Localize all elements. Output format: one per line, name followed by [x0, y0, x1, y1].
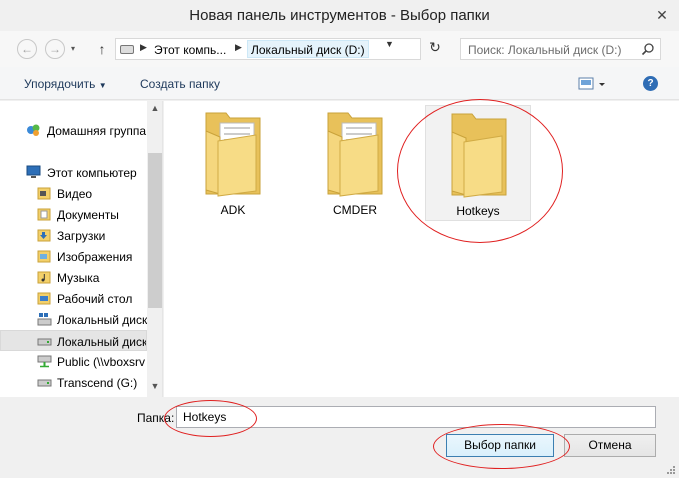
select-folder-button[interactable]: Выбор папки [446, 434, 554, 457]
video-folder-icon [37, 187, 51, 200]
computer-icon [26, 165, 41, 178]
close-icon[interactable]: ✕ [651, 4, 673, 26]
sidebar-item-label: Этот компьютер [47, 166, 137, 180]
address-dropdown-icon[interactable]: ▼ [385, 39, 394, 49]
folder-field-label: Папка: [137, 411, 175, 425]
title-bar: Новая панель инструментов - Выбор папки … [0, 0, 679, 31]
sidebar-item-label: Public (\\vboxsrv [57, 355, 146, 369]
sidebar-item-desktop[interactable]: Рабочий стол [0, 288, 147, 309]
sidebar-item-video[interactable]: Видео [0, 183, 147, 204]
chevron-right-icon[interactable]: ▶ [235, 42, 242, 53]
music-folder-icon [37, 271, 51, 284]
pictures-folder-icon [37, 250, 51, 263]
breadcrumb-this-pc[interactable]: Этот компь... [154, 43, 226, 57]
folder-icon [327, 112, 383, 197]
sidebar-item-label: Изображения [57, 250, 133, 264]
sidebar-item-label: Локальный диск [57, 335, 147, 349]
folder-item-cmder[interactable]: CMDER [302, 105, 408, 221]
chevron-right-icon[interactable]: ▶ [140, 42, 147, 53]
sidebar-item-local-drive[interactable]: Локальный диск [0, 330, 147, 351]
sidebar-item-label: Видео [57, 187, 93, 201]
search-input[interactable]: Поиск: Локальный диск (D:) [468, 43, 621, 57]
recent-locations-icon[interactable]: ▾ [71, 44, 75, 53]
folder-name: CMDER [333, 203, 377, 217]
drive-icon [120, 45, 134, 54]
sidebar-item-music[interactable]: Музыка [0, 267, 147, 288]
sidebar-item-pictures[interactable]: Изображения [0, 246, 147, 267]
folder-item-hotkeys[interactable]: Hotkeys [425, 105, 531, 221]
sidebar-item-downloads[interactable]: Загрузки [0, 225, 147, 246]
network-drive-icon [37, 355, 52, 368]
search-icon[interactable] [641, 42, 655, 56]
sidebar-item-label: Локальный диск [57, 313, 147, 327]
cancel-button[interactable]: Отмена [564, 434, 656, 457]
sidebar-item-this-pc[interactable]: Этот компьютер [0, 162, 147, 183]
dialog-footer: Папка: Выбор папки Отмена [0, 397, 679, 478]
sidebar-item-system-drive[interactable]: Локальный диск [0, 309, 147, 330]
sidebar-item-network-drive[interactable]: Public (\\vboxsrv [0, 351, 147, 372]
navigation-pane: Домашняя группа Этот компьютер Видео Док… [0, 101, 163, 397]
folder-name: ADK [220, 203, 246, 217]
folder-icon [205, 112, 261, 197]
up-arrow-icon[interactable]: ↑ [94, 39, 110, 59]
chevron-down-icon: ▼ [98, 81, 107, 90]
folder-view: ADK CMDER Hotkeys [164, 101, 679, 397]
sidebar-scrollbar[interactable]: ▲ ▼ [147, 101, 162, 397]
folder-item-adk[interactable]: ADK [180, 105, 286, 221]
breadcrumb-current[interactable]: Локальный диск (D:) [247, 40, 369, 58]
back-arrow-icon[interactable]: ← [17, 39, 37, 59]
sidebar-item-usb-drive[interactable]: Transcend (G:) [0, 372, 147, 393]
system-drive-icon [37, 313, 52, 326]
view-options-icon[interactable] [578, 76, 608, 92]
drive-icon [37, 338, 52, 346]
address-bar[interactable]: ▶ Этот компь... ▶ Локальный диск (D:) [115, 38, 421, 60]
documents-folder-icon [37, 208, 51, 221]
sidebar-item-label: Загрузки [57, 229, 106, 243]
sidebar-item-label: Музыка [57, 271, 100, 285]
new-folder-button[interactable]: Создать папку [140, 77, 220, 91]
homegroup-icon [27, 124, 40, 136]
scrollbar-thumb[interactable] [148, 153, 162, 308]
folder-name: Hotkeys [456, 204, 500, 218]
scroll-up-icon[interactable]: ▲ [147, 103, 162, 117]
command-bar: Упорядочить ▼ Создать папку ? [0, 67, 679, 100]
sidebar-item-homegroup[interactable]: Домашняя группа [0, 120, 147, 141]
forward-arrow-icon[interactable]: → [45, 39, 65, 59]
search-box[interactable]: Поиск: Локальный диск (D:) [460, 38, 661, 60]
folder-icon [451, 113, 507, 198]
usb-drive-icon [37, 379, 52, 387]
sidebar-item-label: Домашняя группа [47, 124, 147, 138]
window-title: Новая панель инструментов - Выбор папки [189, 7, 490, 24]
resize-grip-icon[interactable] [666, 465, 676, 475]
sidebar-item-label: Transcend (G:) [57, 376, 138, 390]
help-icon[interactable]: ? [643, 76, 658, 91]
sidebar-item-documents[interactable]: Документы [0, 204, 147, 225]
desktop-folder-icon [37, 292, 51, 305]
organize-label: Упорядочить [24, 77, 96, 91]
sidebar-item-label: Документы [57, 208, 119, 222]
refresh-icon[interactable]: ↻ [426, 39, 444, 61]
organize-button[interactable]: Упорядочить ▼ [24, 77, 107, 91]
downloads-folder-icon [37, 229, 51, 242]
sidebar-item-label: Рабочий стол [57, 292, 133, 306]
scroll-down-icon[interactable]: ▼ [147, 381, 162, 395]
folder-name-field[interactable] [176, 406, 656, 428]
